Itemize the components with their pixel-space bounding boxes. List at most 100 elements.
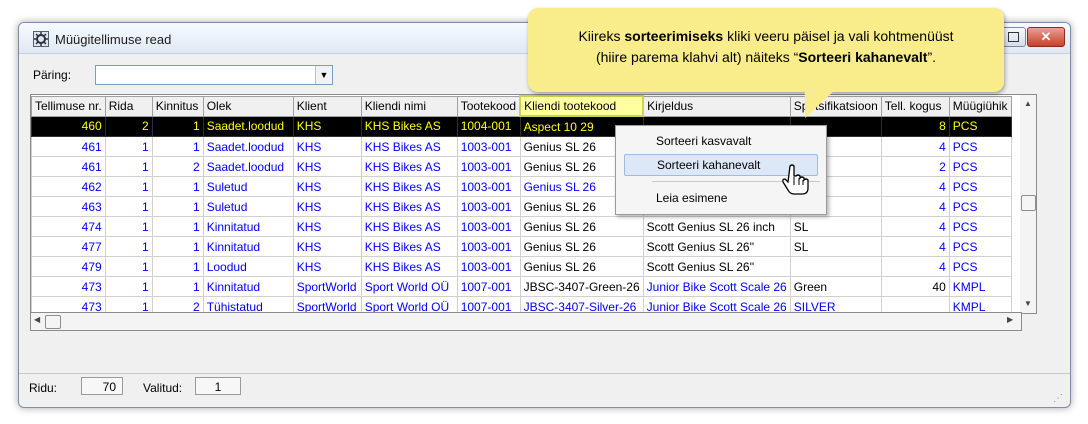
table-cell[interactable]: 4 [880, 176, 950, 197]
table-cell[interactable]: SportWorld [292, 276, 362, 297]
table-cell[interactable]: 1 [104, 156, 153, 177]
table-cell[interactable]: KHS [292, 156, 362, 177]
table-cell[interactable]: 1003-001 [456, 256, 521, 277]
table-cell[interactable]: 1003-001 [456, 156, 521, 177]
table-cell[interactable]: PCS [948, 176, 1012, 197]
table-cell[interactable]: PCS [948, 156, 1012, 177]
table-cell[interactable]: 1 [151, 276, 204, 297]
table-cell[interactable]: Kinnitatud [202, 216, 294, 237]
table-cell[interactable]: Saadet.loodud [202, 136, 294, 157]
table-cell[interactable]: 1004-001 [456, 115, 521, 137]
table-cell[interactable]: 1007-001 [456, 276, 521, 297]
table-cell[interactable]: 1 [151, 256, 204, 277]
table-cell[interactable]: PCS [948, 236, 1012, 257]
table-cell[interactable]: Saadet.loodud [202, 115, 294, 137]
table-cell[interactable]: 2 [151, 156, 204, 177]
table-cell[interactable]: 1 [104, 256, 153, 277]
table-cell[interactable]: PCS [948, 196, 1012, 217]
table-cell[interactable]: Genius SL 26 [519, 216, 644, 237]
table-cell[interactable]: 473 [31, 276, 106, 297]
table-cell[interactable]: 1 [151, 236, 204, 257]
table-cell[interactable]: JBSC-3407-Green-26 [519, 276, 644, 297]
table-cell[interactable]: 1003-001 [456, 216, 521, 237]
horizontal-scroll-thumb[interactable] [45, 315, 61, 329]
table-cell[interactable]: Genius SL 26 [519, 256, 644, 277]
table-cell[interactable]: 1 [151, 216, 204, 237]
table-row[interactable]: 462 1 1 Suletud KHS KHS Bikes AS 1003-001 Geniu… [31, 176, 1012, 197]
table-cell[interactable]: 1 [104, 176, 153, 197]
table-row[interactable]: 460 2 1 Saadet.loodud KHS KHS Bikes AS 1004-00… [31, 115, 1012, 137]
table-cell[interactable]: KHS [292, 256, 362, 277]
column-header[interactable]: Klient [292, 95, 362, 117]
table-cell[interactable]: 1003-001 [456, 136, 521, 157]
table-cell[interactable]: KHS Bikes AS [360, 256, 458, 277]
column-header[interactable]: Kliendi nimi [360, 95, 458, 117]
table-row[interactable]: 461 1 1 Saadet.loodud KHS KHS Bikes AS 1003-00… [31, 136, 1012, 157]
table-cell[interactable]: KHS Bikes AS [360, 156, 458, 177]
table-row[interactable]: 477 1 1 Kinnitatud KHS KHS Bikes AS 1003-001 Ge… [31, 236, 1012, 257]
close-button[interactable]: ✕ [1027, 27, 1065, 47]
horizontal-scrollbar[interactable]: ◀ ▶ [30, 312, 1022, 331]
table-cell[interactable]: KHS Bikes AS [360, 196, 458, 217]
table-cell[interactable]: KHS [292, 115, 362, 137]
table-cell[interactable]: 4 [880, 236, 950, 257]
column-header[interactable]: Rida [104, 95, 153, 117]
table-cell[interactable]: 479 [31, 256, 106, 277]
table-cell[interactable]: PCS [948, 136, 1012, 157]
table-cell[interactable]: KHS Bikes AS [360, 216, 458, 237]
column-header[interactable]: Kliendi tootekood [519, 95, 645, 117]
table-cell[interactable]: KHS [292, 176, 362, 197]
scroll-down-icon[interactable]: ▼ [1020, 299, 1036, 308]
scroll-left-icon[interactable]: ◀ [34, 315, 40, 324]
table-cell[interactable]: KHS [292, 236, 362, 257]
table-cell[interactable]: Suletud [202, 176, 294, 197]
table-cell[interactable]: PCS [948, 256, 1012, 277]
table-cell[interactable]: SL [789, 216, 882, 237]
table-cell[interactable] [789, 256, 882, 277]
column-header[interactable]: Kinnitus [151, 95, 204, 117]
table-cell[interactable]: 4 [880, 136, 950, 157]
column-header[interactable]: Tell. kogus [880, 95, 950, 117]
scroll-up-icon[interactable]: ▲ [1020, 99, 1036, 108]
table-cell[interactable]: Sport World OÜ [360, 276, 458, 297]
vertical-scrollbar[interactable]: ▲ ▼ [1020, 94, 1037, 314]
table-cell[interactable]: 477 [31, 236, 106, 257]
table-cell[interactable]: 463 [31, 196, 106, 217]
table-cell[interactable]: 1 [151, 196, 204, 217]
table-cell[interactable]: 4 [880, 196, 950, 217]
scroll-right-icon[interactable]: ▶ [1007, 315, 1013, 324]
table-cell[interactable]: Kinnitatud [202, 276, 294, 297]
table-cell[interactable]: 461 [31, 156, 106, 177]
table-cell[interactable]: Scott Genius SL 26 inch [642, 216, 791, 237]
table-cell[interactable]: Junior Bike Scott Scale 26 [642, 276, 791, 297]
table-cell[interactable]: 1 [151, 115, 204, 137]
table-cell[interactable]: SL [789, 236, 882, 257]
table-cell[interactable]: KHS [292, 216, 362, 237]
table-cell[interactable]: 4 [880, 216, 950, 237]
table-cell[interactable]: PCS [948, 115, 1012, 137]
chevron-down-icon[interactable]: ▼ [315, 66, 332, 84]
column-header[interactable]: Olek [202, 95, 294, 117]
table-cell[interactable]: 1 [104, 216, 153, 237]
table-row[interactable]: 461 1 2 Saadet.loodud KHS KHS Bikes AS 1003-00… [31, 156, 1012, 177]
table-cell[interactable]: 1 [104, 236, 153, 257]
table-cell[interactable]: KHS Bikes AS [360, 136, 458, 157]
table-cell[interactable]: 2 [104, 115, 153, 137]
table-cell[interactable]: 40 [880, 276, 950, 297]
table-row[interactable]: 473 1 1 Kinnitatud SportWorld Sport World OÜ 1… [31, 276, 1012, 297]
table-cell[interactable]: 474 [31, 216, 106, 237]
menu-item-sort-ascending[interactable]: Sorteeri kasvavalt [624, 131, 816, 151]
table-cell[interactable]: PCS [948, 216, 1012, 237]
table-cell[interactable]: Loodud [202, 256, 294, 277]
table-cell[interactable]: Scott Genius SL 26'' [642, 256, 791, 277]
table-row[interactable]: 479 1 1 Loodud KHS KHS Bikes AS 1003-001 Genius… [31, 256, 1012, 277]
table-cell[interactable]: Scott Genius SL 26'' [642, 236, 791, 257]
table-cell[interactable]: 1 [151, 176, 204, 197]
table-cell[interactable]: 1 [104, 276, 153, 297]
table-row[interactable]: 474 1 1 Kinnitatud KHS KHS Bikes AS 1003-001 Ge… [31, 216, 1012, 237]
vertical-scroll-thumb[interactable] [1021, 195, 1036, 211]
table-cell[interactable]: KHS Bikes AS [360, 236, 458, 257]
table-row[interactable]: 463 1 1 Suletud KHS KHS Bikes AS 1003-001 Geniu… [31, 196, 1012, 217]
column-header[interactable]: Kirjeldus [642, 95, 791, 117]
table-cell[interactable]: Suletud [202, 196, 294, 217]
